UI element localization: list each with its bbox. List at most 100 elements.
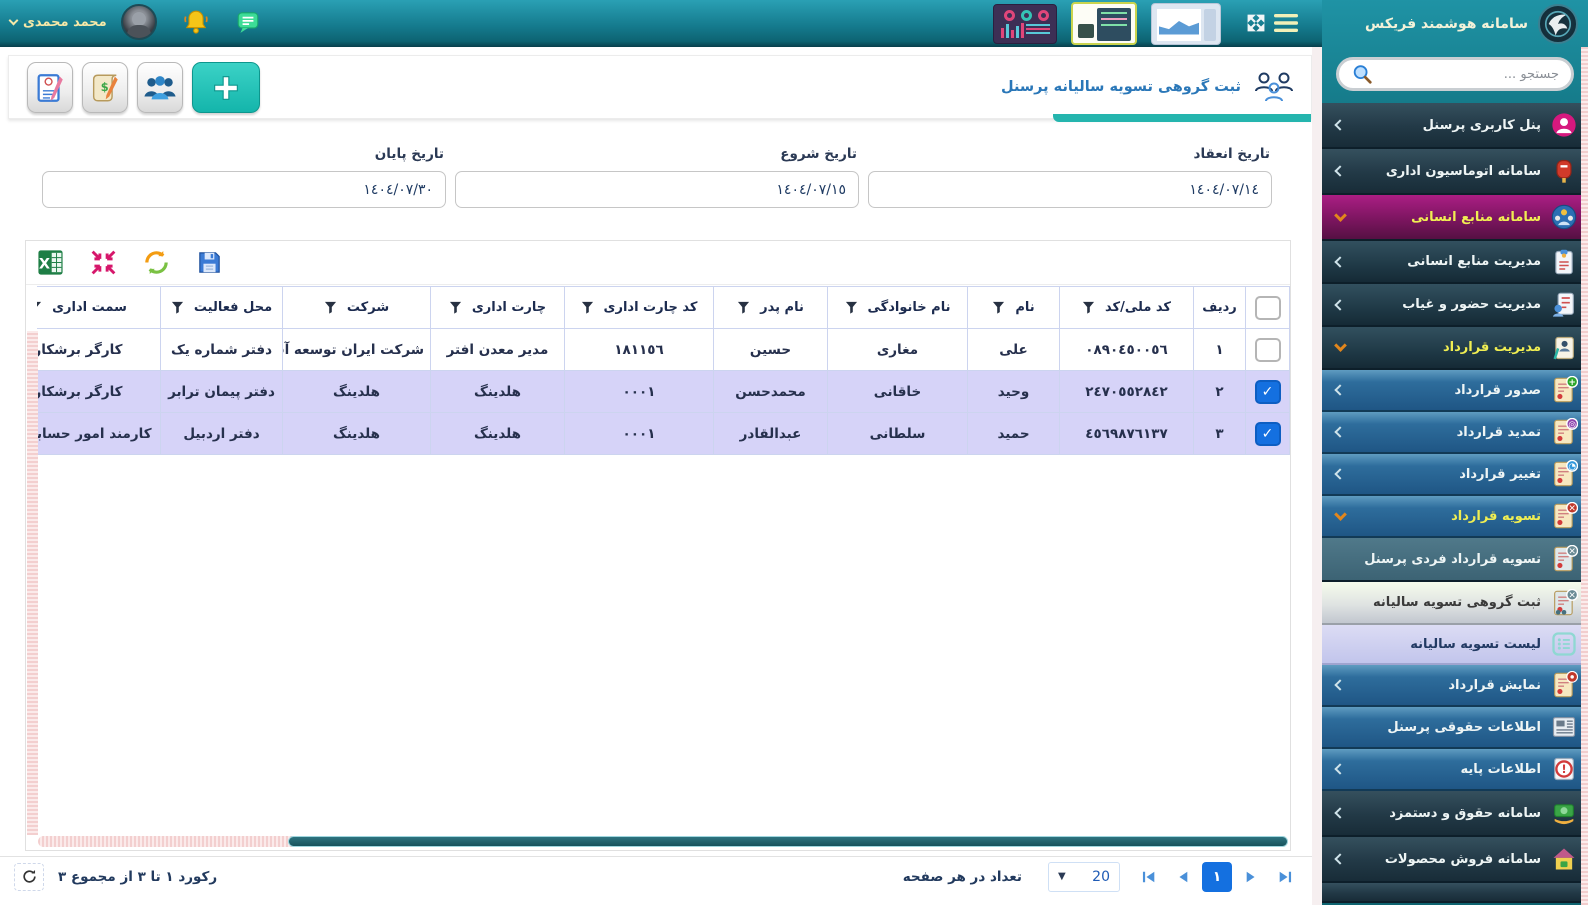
personnel-document-button[interactable] xyxy=(27,62,73,113)
excel-export-icon[interactable]: X xyxy=(36,248,65,277)
bell-icon[interactable] xyxy=(183,9,209,35)
next-page-button[interactable] xyxy=(1238,862,1265,892)
sidebar-item-label: ثبت گروهی تسویه سالیانه xyxy=(1336,595,1541,610)
row-checkbox[interactable] xyxy=(1255,338,1281,362)
page-size-select[interactable]: ▼ 20 xyxy=(1048,862,1120,892)
maximize-icon[interactable] xyxy=(1245,12,1267,34)
table-header-cell: محل فعالیت xyxy=(161,287,283,329)
table-header-cell: شرکت xyxy=(283,287,431,329)
row-select-cell: ✓ xyxy=(1246,413,1290,455)
column-label: کد ملی/کد xyxy=(1105,300,1171,315)
sidebar-item-payroll-system[interactable]: سامانه حقوق و دستمزد xyxy=(1322,791,1588,837)
filter-icon[interactable] xyxy=(449,301,462,314)
filter-icon[interactable] xyxy=(1082,301,1095,314)
sidebar-item-hr-system[interactable]: سامانه منابع انسانی xyxy=(1322,195,1588,241)
document-x-group-icon: ✕ xyxy=(1550,589,1578,617)
document-x-muted-icon: ✕ xyxy=(1550,545,1578,573)
start-date-input[interactable] xyxy=(455,171,859,208)
table-header-cell: ردیف xyxy=(1194,287,1246,329)
sidebar-item-label: سامانه فروش محصولات xyxy=(1344,852,1541,867)
table-cell: ٠٨٩٠٤٥٠٠٥٦ xyxy=(1060,329,1194,371)
avatar[interactable] xyxy=(121,4,157,40)
sidebar-item-individual-settlement[interactable]: ✕ تسویه قرارداد فردی پرسنل xyxy=(1322,538,1588,582)
user-menu[interactable]: محمد محمدی xyxy=(10,15,107,30)
sidebar-item-show-contract[interactable]: نمایش قرارداد xyxy=(1322,665,1588,707)
filter-icon[interactable] xyxy=(992,301,1005,314)
sidebar-item-hr-management[interactable]: مدیریت منابع انسانی xyxy=(1322,241,1588,284)
sidebar-item-label: تسویه قرارداد فردی پرسنل xyxy=(1336,552,1541,567)
table-row[interactable]: ✓٣٤٥٦٩٨٧٦١٣٧حمیدسلطانیعبدالقادر٠٠٠١هلدین… xyxy=(37,413,1290,455)
payroll-scroll-button[interactable]: $ xyxy=(82,62,128,113)
sidebar-item-group-annual-settlement[interactable]: ✕ ثبت گروهی تسویه سالیانه xyxy=(1322,582,1588,625)
first-page-button[interactable] xyxy=(1136,862,1163,892)
column-label: کد چارت اداری xyxy=(604,300,698,315)
table-cell: حمید xyxy=(968,413,1060,455)
people-outline-icon xyxy=(1251,70,1297,104)
table-row[interactable]: ✓٢٢٤٧٠٥٥٢٨٤٢وحیدخاقانیمحمدحسن٠٠٠١هلدینگه… xyxy=(37,371,1290,413)
document-change-icon: ◔ xyxy=(1550,460,1578,488)
search-input[interactable] xyxy=(1381,67,1559,82)
sidebar-item-change-contract[interactable]: ◔تغییر قرارداد xyxy=(1322,454,1588,496)
column-label: سمت اداری xyxy=(52,300,127,315)
column-label: ردیف xyxy=(1202,300,1237,315)
column-label: نام پدر xyxy=(760,300,804,315)
sidebar-item-annual-settlement-list[interactable]: لیست تسویه سالیانه xyxy=(1322,625,1588,665)
dashboard-thumbnails xyxy=(993,3,1221,44)
table-cell: هلدینگ xyxy=(283,371,431,413)
conclusion-date-input[interactable] xyxy=(868,171,1272,208)
filter-icon[interactable] xyxy=(845,301,858,314)
filter-icon[interactable] xyxy=(171,301,184,314)
chat-icon[interactable] xyxy=(235,9,261,35)
last-page-button[interactable] xyxy=(1271,862,1298,892)
table-horizontal-scrollbar[interactable] xyxy=(38,836,1288,847)
app-logo-icon xyxy=(1538,4,1578,44)
sidebar-item-office-automation[interactable]: سامانه اتوماسیون اداری xyxy=(1322,149,1588,195)
dashboard-thumbnail-1[interactable] xyxy=(993,4,1057,44)
select-all-checkbox[interactable] xyxy=(1255,296,1281,320)
save-icon[interactable] xyxy=(195,248,224,277)
sidebar-item-settle-contract[interactable]: ✕تسویه قرارداد xyxy=(1322,496,1588,538)
horizontal-scrollbar-thumb[interactable] xyxy=(288,836,1288,847)
table-footer: رکورد ١ تا ٣ از مجموع ٣ تعداد در هر صفحه… xyxy=(0,856,1312,896)
hamburger-menu-icon[interactable] xyxy=(1274,13,1298,33)
sidebar-item-base-info[interactable]: !اطلاعات پایه xyxy=(1322,749,1588,791)
plus-icon xyxy=(209,70,243,106)
sidebar-item-user-panel[interactable]: پنل کاربری پرسنل xyxy=(1322,103,1588,149)
filter-icon[interactable] xyxy=(581,301,594,314)
sidebar-item-issue-contract[interactable]: +صدور قرارداد xyxy=(1322,370,1588,412)
sidebar-scrollbar[interactable] xyxy=(1581,47,1588,905)
footer-refresh-button[interactable] xyxy=(14,863,44,891)
collapse-columns-icon[interactable] xyxy=(89,248,118,277)
sidebar-item-personnel-legal-info[interactable]: اطلاعات حقوقی پرسنل xyxy=(1322,707,1588,749)
filter-icon[interactable] xyxy=(737,301,750,314)
filter-icon[interactable] xyxy=(324,301,337,314)
table-row[interactable]: ١٠٨٩٠٤٥٠٠٥٦علیمغاریحسین١٨١١٥٦مدیر معدن ا… xyxy=(37,329,1290,371)
dashboard-thumbnail-3[interactable] xyxy=(1151,3,1221,45)
table-header-cell: کد چارت اداری xyxy=(565,287,714,329)
start-date-field: تاریخ شروع xyxy=(455,146,859,208)
add-button[interactable] xyxy=(192,62,260,113)
sidebar-item-contract-management[interactable]: مدیریت قرارداد xyxy=(1322,327,1588,370)
current-page-button[interactable]: ١ xyxy=(1202,862,1232,892)
layout-gutter xyxy=(1312,47,1322,905)
svg-text:$: $ xyxy=(101,79,109,93)
end-date-input[interactable] xyxy=(42,171,446,208)
filter-icon[interactable] xyxy=(37,301,42,314)
sidebar-item-attendance-management[interactable]: مدیریت حضور و غیاب xyxy=(1322,284,1588,327)
sidebar-item-sales-system[interactable]: سامانه فروش محصولات xyxy=(1322,837,1588,883)
personnel-group-button[interactable] xyxy=(137,62,183,113)
document-x-icon: ✕ xyxy=(1550,502,1578,530)
table-cell: دفتر پیمان ترابر xyxy=(161,371,283,413)
newspaper-icon xyxy=(1550,713,1578,741)
refresh-icon[interactable] xyxy=(142,248,171,277)
table-cell: محمدحسن xyxy=(714,371,828,413)
row-checkbox[interactable]: ✓ xyxy=(1255,422,1281,446)
page-title: ثبت گروهی تسویه سالیانه پرسنل xyxy=(1001,79,1241,95)
sidebar-item-extend-contract[interactable]: ◎تمدید قرارداد xyxy=(1322,412,1588,454)
column-label: شرکت xyxy=(347,300,389,315)
table-toolbar: X xyxy=(26,241,1290,285)
previous-page-button[interactable] xyxy=(1169,862,1196,892)
row-checkbox[interactable]: ✓ xyxy=(1255,380,1281,404)
table-vertical-scrollbar[interactable] xyxy=(27,331,38,835)
dashboard-thumbnail-2[interactable] xyxy=(1071,2,1137,45)
